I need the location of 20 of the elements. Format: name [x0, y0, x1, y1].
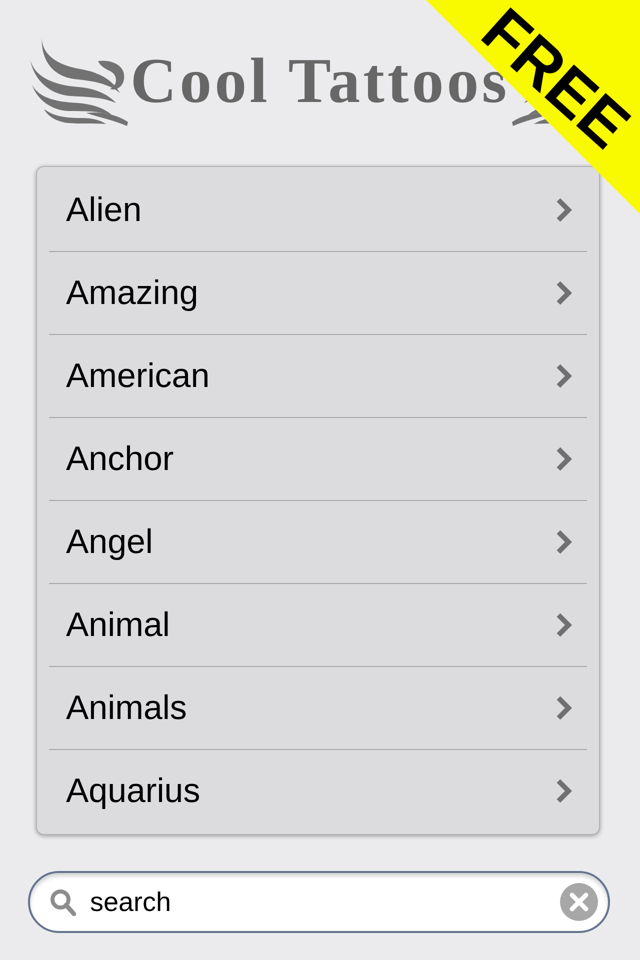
- search-icon: [50, 888, 76, 916]
- chevron-icon: [556, 198, 572, 222]
- list-item[interactable]: Anchor: [49, 418, 587, 501]
- list-item[interactable]: Alien: [49, 169, 587, 252]
- list-item[interactable]: Angel: [49, 501, 587, 584]
- chevron-icon: [556, 779, 572, 803]
- list-item[interactable]: Amazing: [49, 252, 587, 335]
- chevron-icon: [556, 447, 572, 471]
- list-item[interactable]: Aquarius: [49, 750, 587, 832]
- chevron-icon: [556, 696, 572, 720]
- chevron-icon: [556, 364, 572, 388]
- search-field[interactable]: search: [28, 871, 610, 933]
- chevron-icon: [556, 281, 572, 305]
- chevron-icon: [556, 613, 572, 637]
- list-item[interactable]: American: [49, 335, 587, 418]
- search-input[interactable]: search: [90, 882, 550, 922]
- chevron-icon: [556, 530, 572, 554]
- list-item[interactable]: Animal: [49, 584, 587, 667]
- list-item[interactable]: Animals: [49, 667, 587, 750]
- clear-icon[interactable]: [560, 883, 598, 921]
